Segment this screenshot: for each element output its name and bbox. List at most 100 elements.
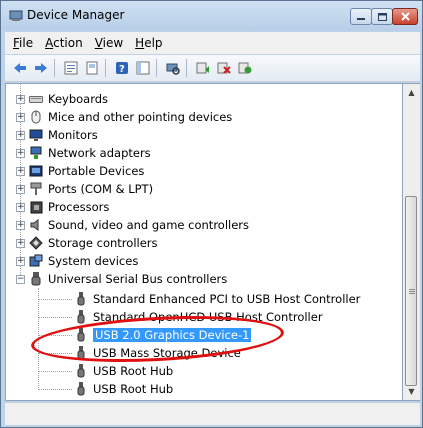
- expand-toggle[interactable]: +: [16, 130, 25, 140]
- menu-bar: File Action View Help: [5, 32, 420, 54]
- show-hidden-icon: [86, 61, 98, 75]
- usb-icon: [74, 328, 88, 342]
- collapse-toggle[interactable]: −: [16, 274, 25, 284]
- usb-icon: [74, 292, 88, 306]
- back-button[interactable]: [11, 59, 29, 77]
- toolbar-separator: [186, 59, 187, 77]
- tree-item-sound-video-game[interactable]: + Sound, video and game controllers: [16, 216, 249, 234]
- scroll-thumb[interactable]: [405, 196, 417, 386]
- minimize-button[interactable]: [350, 8, 372, 25]
- tree-item-usb-child[interactable]: Standard OpenHCD USB Host Controller: [74, 308, 323, 326]
- device-manager-window: Device Manager File Action View Help ? +…: [0, 0, 423, 428]
- toolbar: ?: [5, 55, 420, 82]
- tree-item-processors[interactable]: + Processors: [16, 198, 109, 216]
- tree-item-keyboards[interactable]: + Keyboards: [16, 90, 108, 108]
- toolbar-separator: [105, 59, 106, 77]
- tree-item-storage-controllers[interactable]: + Storage controllers: [16, 234, 158, 252]
- tree-item-mice[interactable]: + Mice and other pointing devices: [16, 108, 232, 126]
- tree-item-usb-child[interactable]: USB Root Hub: [74, 380, 173, 398]
- update-driver-icon: [196, 62, 209, 74]
- tree-item-monitors[interactable]: + Monitors: [16, 126, 98, 144]
- keyboard-icon: [29, 92, 43, 106]
- device-manager-icon: [9, 10, 23, 21]
- maximize-button[interactable]: [371, 8, 393, 25]
- scroll-up-button[interactable]: ▲: [403, 84, 420, 101]
- menu-file[interactable]: File: [13, 36, 33, 50]
- usb-icon: [74, 310, 88, 324]
- vertical-scrollbar[interactable]: ▲ ▼: [403, 83, 420, 401]
- usb-icon: [74, 346, 88, 360]
- disable-device-button[interactable]: [215, 59, 233, 77]
- processor-icon: [29, 200, 43, 214]
- uninstall-device-button[interactable]: [236, 59, 254, 77]
- arrow-up-icon: ▲: [408, 88, 415, 97]
- tree-item-usb-child[interactable]: USB Root Hub: [74, 362, 173, 380]
- show-hidden-button[interactable]: [83, 59, 101, 77]
- expand-toggle[interactable]: +: [16, 202, 25, 212]
- scan-hardware-button[interactable]: [164, 59, 182, 77]
- usb-icon: [74, 382, 88, 396]
- usb-icon: [74, 364, 88, 378]
- port-icon: [29, 182, 43, 196]
- menu-action[interactable]: Action: [45, 36, 83, 50]
- expand-toggle[interactable]: +: [16, 112, 25, 122]
- grip-icon: [409, 289, 415, 290]
- expand-toggle[interactable]: +: [16, 94, 25, 104]
- close-button[interactable]: [392, 8, 418, 25]
- forward-button[interactable]: [32, 59, 50, 77]
- properties-icon: [64, 61, 78, 75]
- tree-item-ports[interactable]: + Ports (COM & LPT): [16, 180, 153, 198]
- console-tree-icon: [136, 61, 150, 75]
- minimize-icon: [357, 17, 365, 20]
- expand-toggle[interactable]: +: [16, 148, 25, 158]
- expand-toggle[interactable]: +: [16, 166, 25, 176]
- storage-controller-icon: [29, 236, 43, 250]
- tree-item-usb-child[interactable]: USB Mass Storage Device: [74, 344, 241, 362]
- close-icon: [400, 12, 410, 21]
- tree-connector: [38, 288, 39, 388]
- tree-item-usb-controllers[interactable]: − Universal Serial Bus controllers: [16, 270, 227, 288]
- update-driver-button[interactable]: [194, 59, 212, 77]
- help-icon: ?: [116, 62, 128, 75]
- uninstall-device-icon: [238, 62, 252, 74]
- menu-help[interactable]: Help: [135, 36, 162, 50]
- mouse-icon: [29, 110, 43, 124]
- menu-view[interactable]: View: [95, 36, 123, 50]
- scroll-down-button[interactable]: ▼: [403, 383, 420, 400]
- system-device-icon: [29, 254, 43, 268]
- title-bar[interactable]: Device Manager: [1, 1, 422, 31]
- tree-item-usb-child[interactable]: Standard Enhanced PCI to USB Host Contro…: [74, 290, 360, 308]
- window-title: Device Manager: [27, 8, 125, 22]
- tree-connector: [38, 317, 72, 318]
- expand-toggle[interactable]: +: [16, 184, 25, 194]
- status-bar: [5, 402, 420, 425]
- toolbar-separator: [54, 59, 55, 77]
- help-button[interactable]: ?: [113, 59, 131, 77]
- svg-text:?: ?: [119, 64, 125, 75]
- tree-connector: [38, 371, 72, 372]
- tree-item-system-devices[interactable]: + System devices: [16, 252, 138, 270]
- console-tree-button[interactable]: [134, 59, 152, 77]
- disable-device-icon: [217, 62, 231, 74]
- arrow-down-icon: ▼: [408, 387, 415, 396]
- device-tree[interactable]: + Keyboards + Mice and other pointing de…: [5, 83, 403, 401]
- properties-button[interactable]: [62, 59, 80, 77]
- tree-item-usb-graphics-device-selected[interactable]: USB 2.0 Graphics Device-1: [74, 326, 252, 344]
- tree-item-portable-devices[interactable]: + Portable Devices: [16, 162, 144, 180]
- toolbar-separator: [156, 59, 157, 77]
- tree-item-network-adapters[interactable]: + Network adapters: [16, 144, 151, 162]
- tree-connector: [38, 389, 72, 390]
- expand-toggle[interactable]: +: [16, 238, 25, 248]
- selected-item-label: USB 2.0 Graphics Device-1: [93, 328, 252, 342]
- usb-icon: [29, 272, 43, 286]
- tree-connector: [38, 353, 72, 354]
- forward-arrow-icon: [35, 63, 47, 73]
- tree-connector: [38, 299, 72, 300]
- expand-toggle[interactable]: +: [16, 220, 25, 230]
- speaker-icon: [29, 218, 43, 232]
- portable-device-icon: [29, 164, 43, 178]
- network-adapter-icon: [29, 146, 43, 160]
- expand-toggle[interactable]: +: [16, 256, 25, 266]
- monitor-icon: [29, 128, 43, 142]
- tree-connector: [38, 335, 72, 336]
